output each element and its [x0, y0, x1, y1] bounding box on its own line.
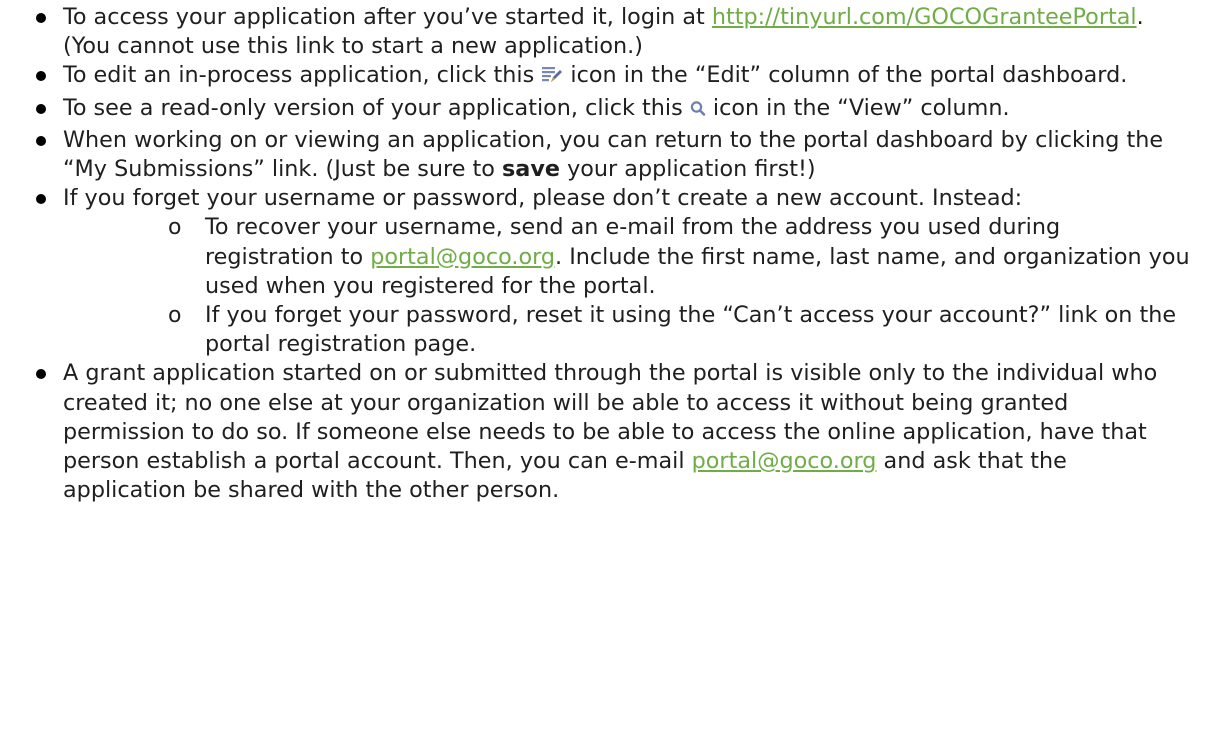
list-item: To edit an in-process application, click…: [0, 61, 1215, 93]
bullet-text: If you forget your username or password,…: [63, 185, 1023, 212]
sub-bullet-marker: o: [168, 215, 182, 241]
bold-save-text: save: [502, 156, 560, 183]
sub-bullet-text: If you forget your password, reset it us…: [205, 302, 1177, 358]
sub-bullet-marker: o: [168, 303, 182, 329]
bullet-marker: [36, 13, 46, 23]
bullet-marker: [36, 103, 46, 114]
edit-icon: [541, 64, 563, 93]
portal-email-link[interactable]: portal@goco.org: [692, 448, 877, 474]
bullet-marker: [36, 135, 46, 146]
list-item: A grant application started on or submit…: [0, 359, 1215, 505]
bullet-marker: [36, 194, 46, 205]
bullet-marker: [36, 369, 46, 380]
bullet-text: icon in the “View” column.: [705, 94, 1010, 121]
bullet-text: To see a read-only version of your appli…: [63, 94, 690, 121]
bullet-text: To edit an in-process application, click…: [63, 62, 542, 89]
portal-login-link[interactable]: http://tinyurl.com/GOCOGranteePortal: [712, 4, 1137, 30]
bullet-text: icon in the “Edit” column of the portal …: [563, 62, 1128, 89]
bullet-marker: [36, 71, 46, 82]
bullet-text: your application first!): [560, 156, 816, 183]
portal-email-link[interactable]: portal@goco.org: [370, 244, 555, 270]
magnifier-icon: [690, 97, 706, 126]
list-item: If you forget your username or password,…: [0, 184, 1215, 213]
bullet-text: To access your application after you’ve …: [63, 4, 712, 30]
list-item: To see a read-only version of your appli…: [0, 94, 1215, 126]
sub-list-item: o To recover your username, send an e-ma…: [0, 213, 1215, 301]
bullet-list: To access your application after you’ve …: [0, 0, 1215, 505]
list-item: To access your application after you’ve …: [0, 3, 1215, 61]
sub-list-item: o If you forget your password, reset it …: [0, 301, 1215, 359]
list-item: When working on or viewing an applicatio…: [0, 126, 1215, 184]
